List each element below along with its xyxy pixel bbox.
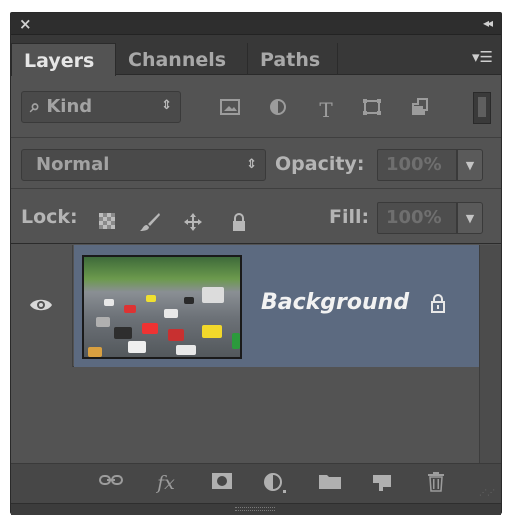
opacity-dropdown-button[interactable]: ▼ — [457, 149, 483, 181]
spinner-arrows-icon: ⇕ — [161, 98, 172, 113]
new-layer-icon[interactable] — [369, 472, 395, 496]
eye-icon[interactable] — [29, 297, 53, 313]
smart-object-filter-icon[interactable] — [409, 98, 431, 118]
tab-paths[interactable]: Paths — [248, 43, 338, 75]
resize-grip-icon[interactable]: ⋰⋰ — [479, 488, 495, 497]
blend-mode-select[interactable]: Normal ⇕ — [21, 149, 266, 181]
layer-thumbnail — [82, 255, 242, 359]
tab-layers[interactable]: Layers — [11, 43, 116, 76]
lock-transparent-pixels-icon[interactable] — [97, 212, 117, 232]
shape-filter-icon[interactable] — [361, 98, 383, 118]
tab-channels[interactable]: Channels — [116, 43, 248, 75]
add-mask-icon[interactable] — [209, 472, 235, 496]
panel-tabs: Layers Channels Paths ▾☰ — [11, 35, 501, 76]
filter-toggle-switch[interactable] — [473, 92, 491, 124]
panel-titlebar: × ◂◂ — [11, 13, 501, 35]
layers-scrollbar[interactable] — [479, 245, 501, 463]
lock-all-icon[interactable] — [229, 212, 249, 232]
drag-handle[interactable] — [235, 507, 275, 511]
panel-footer: fx ⋰⋰ — [11, 463, 501, 503]
spinner-arrows-icon: ⇕ — [246, 157, 257, 172]
lock-image-pixels-icon[interactable] — [139, 212, 160, 232]
filter-row: ⌕ Kind ⇕ T — [11, 76, 501, 138]
delete-layer-icon[interactable] — [423, 472, 449, 496]
layer-selection[interactable]: Background — [74, 245, 481, 367]
lock-row: Lock: Fill: 100% ▼ — [11, 190, 501, 244]
layers-panel: × ◂◂ Layers Channels Paths ▾☰ ⌕ Kind ⇕ T… — [10, 12, 502, 515]
fill-label: Fill: — [329, 206, 370, 228]
fill-input[interactable]: 100% — [377, 202, 457, 234]
opacity-input[interactable]: 100% — [377, 149, 457, 181]
panel-bottom-bar — [11, 503, 501, 515]
blend-mode-value: Normal — [36, 154, 110, 175]
panel-menu-icon[interactable]: ▾☰ — [472, 48, 493, 66]
link-layers-icon[interactable] — [98, 472, 124, 496]
pixel-filter-icon[interactable] — [219, 98, 241, 118]
opacity-label: Opacity: — [275, 153, 365, 175]
new-adjustment-layer-icon[interactable] — [263, 472, 289, 496]
layers-list: Background — [11, 245, 501, 463]
lock-label: Lock: — [21, 206, 78, 228]
lock-position-icon[interactable] — [183, 212, 203, 232]
layer-row[interactable]: Background — [11, 245, 481, 367]
fx-icon[interactable]: fx — [153, 472, 179, 496]
collapse-icon[interactable]: ◂◂ — [483, 16, 493, 30]
kind-filter-label: ⌕ Kind — [30, 96, 93, 117]
kind-filter-select[interactable]: ⌕ Kind ⇕ — [21, 91, 181, 123]
type-filter-icon[interactable]: T — [315, 98, 337, 122]
adjustment-filter-icon[interactable] — [267, 98, 289, 118]
new-group-icon[interactable] — [317, 472, 343, 496]
visibility-cell[interactable] — [11, 245, 73, 367]
layer-lock-icon — [431, 294, 445, 313]
blend-row: Normal ⇕ Opacity: 100% ▼ — [11, 139, 501, 189]
fill-dropdown-button[interactable]: ▼ — [457, 202, 483, 234]
close-icon[interactable]: × — [19, 15, 32, 33]
layer-name[interactable]: Background — [261, 290, 409, 315]
